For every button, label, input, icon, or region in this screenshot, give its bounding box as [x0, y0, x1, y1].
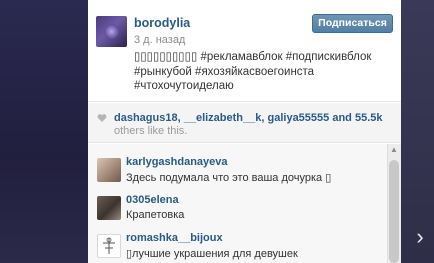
author-avatar[interactable]: [96, 16, 127, 47]
liker-link[interactable]: __elizabeth__k: [184, 112, 262, 124]
post-header: borodylia 3 д. назад Подписаться ▯▯▯▯▯▯▯…: [88, 0, 401, 102]
commenter-avatar[interactable]: [97, 234, 121, 258]
comments-scrollbar-thumb[interactable]: [389, 160, 399, 263]
scroll-up-arrow-icon[interactable]: ▲: [387, 144, 401, 156]
photo-area-left: [0, 0, 88, 263]
post-timestamp[interactable]: 3 д. назад: [134, 34, 185, 46]
jewelry-logo-icon: [103, 237, 115, 254]
commenter-avatar[interactable]: [97, 196, 121, 220]
follow-button[interactable]: Подписаться: [312, 14, 393, 33]
likers-list: dashagus18, __elizabeth__k, galiya55555 …: [114, 111, 394, 125]
comment-item: romashka__bijoux ▯лучшие украшения для д…: [88, 226, 387, 263]
comment-username[interactable]: karlygashdanayeva: [126, 156, 228, 168]
comment-text: ▯лучшие украшения для девушек: [126, 248, 298, 260]
liker-separator: and: [329, 112, 355, 124]
likes-count[interactable]: 55.5k: [355, 112, 383, 124]
post-side-panel: borodylia 3 д. назад Подписаться ▯▯▯▯▯▯▯…: [88, 0, 401, 263]
likes-summary: dashagus18, __elizabeth__k, galiya55555 …: [88, 103, 401, 143]
comment-username[interactable]: romashka__bijoux: [126, 232, 223, 244]
comment-text: Здесь подумала что это ваша дочурка ▯: [126, 172, 332, 184]
comment-username[interactable]: 0305elena: [126, 194, 179, 206]
heart-icon[interactable]: [97, 113, 107, 123]
comment-item: 0305elena Крапетовка: [88, 188, 387, 228]
comment-text: Крапетовка: [126, 209, 185, 221]
commenter-avatar[interactable]: [97, 158, 121, 182]
post-caption: ▯▯▯▯▯▯▯▯▯▯ #рекламавблок #подпискивблок …: [134, 51, 372, 92]
liker-link[interactable]: galiya55555: [268, 112, 330, 124]
liker-link[interactable]: dashagus18: [114, 112, 178, 124]
comment-item: karlygashdanayeva Здесь подумала что это…: [88, 150, 387, 190]
others-like-text: others like this.: [114, 125, 188, 137]
comments-list: karlygashdanayeva Здесь подумала что это…: [88, 144, 401, 263]
next-post-arrow-icon[interactable]: ›: [410, 222, 430, 252]
author-username[interactable]: borodylia: [134, 16, 190, 30]
